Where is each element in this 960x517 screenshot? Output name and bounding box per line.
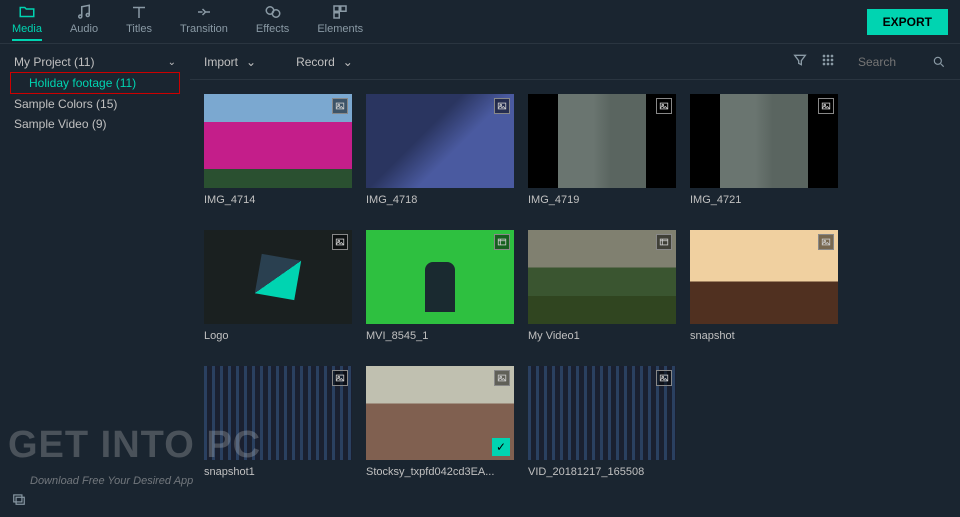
media-label: MVI_8545_1 [366,324,514,342]
image-badge-icon [332,98,348,114]
media-label: VID_20181217_165508 [528,460,676,478]
media-label: IMG_4721 [690,188,838,206]
tab-label: Media [12,23,42,35]
tree-label: Sample Video (9) [14,117,107,131]
chevron-down-icon: ⌄ [168,57,176,68]
tree-label: Sample Colors (15) [14,97,117,111]
tab-label: Elements [317,23,363,35]
tab-titles[interactable]: Titles [126,3,152,41]
video-badge-icon [494,234,510,250]
tab-effects[interactable]: Effects [256,3,289,41]
music-icon [75,3,93,21]
text-icon [130,3,148,21]
media-toolbar: Import ⌄ Record ⌄ [190,44,960,80]
media-label: My Video1 [528,324,676,342]
tree-label: Holiday footage (11) [29,76,136,90]
media-label: snapshot1 [204,460,352,478]
tab-label: Audio [70,23,98,35]
media-card: IMG_4721 [690,94,838,214]
media-thumbnail[interactable] [204,230,352,324]
image-badge-icon [332,234,348,250]
search-box [852,51,946,73]
search-icon [932,55,946,69]
tab-media[interactable]: Media [12,3,42,41]
media-label: IMG_4719 [528,188,676,206]
grid-view-icon[interactable] [820,52,836,71]
image-badge-icon [818,98,834,114]
media-thumbnail[interactable] [690,230,838,324]
corner-icons [10,492,28,511]
effects-icon [264,3,282,21]
media-card: IMG_4718 [366,94,514,214]
tab-audio[interactable]: Audio [70,3,98,41]
chevron-down-icon: ⌄ [246,55,256,69]
media-card: snapshot [690,230,838,350]
media-thumbnail[interactable] [204,366,352,460]
sidebar-item-sample-video[interactable]: Sample Video (9) [10,114,180,134]
sidebar-item-holiday-footage[interactable]: Holiday footage (11) [10,72,180,94]
image-badge-icon [656,370,672,386]
media-label: Stocksy_txpfd042cd3EA... [366,460,514,478]
media-thumbnail[interactable] [528,94,676,188]
media-card: VID_20181217_165508 [528,366,676,486]
media-card: MVI_8545_1 [366,230,514,350]
transition-icon [195,3,213,21]
media-thumbnail[interactable] [528,366,676,460]
media-thumbnail[interactable] [366,230,514,324]
filter-icon[interactable] [792,52,808,71]
media-card: My Video1 [528,230,676,350]
export-button[interactable]: EXPORT [867,9,948,35]
import-button[interactable]: Import ⌄ [204,55,256,69]
image-badge-icon [818,234,834,250]
tree-label: My Project (11) [14,55,94,69]
video-badge-icon [656,234,672,250]
media-card: IMG_4719 [528,94,676,214]
image-badge-icon [656,98,672,114]
media-card: Logo [204,230,352,350]
tab-label: Titles [126,23,152,35]
media-label: snapshot [690,324,838,342]
media-thumbnail[interactable] [690,94,838,188]
media-label: IMG_4718 [366,188,514,206]
media-thumbnail[interactable] [528,230,676,324]
media-label: Logo [204,324,352,342]
tab-label: Transition [180,23,228,35]
image-badge-icon [494,98,510,114]
sidebar-item-my-project[interactable]: My Project (11) ⌄ [10,52,180,72]
check-icon: ✓ [492,438,510,456]
record-label: Record [296,55,335,69]
import-label: Import [204,55,238,69]
media-grid: IMG_4714 IMG_4718 IMG_4719 IMG_4721 Logo MVI_… [190,80,960,517]
media-card: snapshot1 [204,366,352,486]
project-sidebar: My Project (11) ⌄ Holiday footage (11) S… [0,44,190,517]
tab-elements[interactable]: Elements [317,3,363,41]
media-card: ✓ Stocksy_txpfd042cd3EA... [366,366,514,486]
media-label: IMG_4714 [204,188,352,206]
main-tabs: Media Audio Titles Transition Effects El… [12,3,867,41]
image-badge-icon [494,370,510,386]
media-thumbnail[interactable]: ✓ [366,366,514,460]
image-badge-icon [332,370,348,386]
media-card: IMG_4714 [204,94,352,214]
chevron-down-icon: ⌄ [343,55,353,69]
search-input[interactable] [852,51,932,73]
elements-icon [331,3,349,21]
record-button[interactable]: Record ⌄ [296,55,353,69]
sidebar-item-sample-colors[interactable]: Sample Colors (15) [10,94,180,114]
media-thumbnail[interactable] [204,94,352,188]
tab-label: Effects [256,23,289,35]
tab-transition[interactable]: Transition [180,3,228,41]
folder-icon [18,3,36,21]
top-toolbar: Media Audio Titles Transition Effects El… [0,0,960,44]
media-thumbnail[interactable] [366,94,514,188]
